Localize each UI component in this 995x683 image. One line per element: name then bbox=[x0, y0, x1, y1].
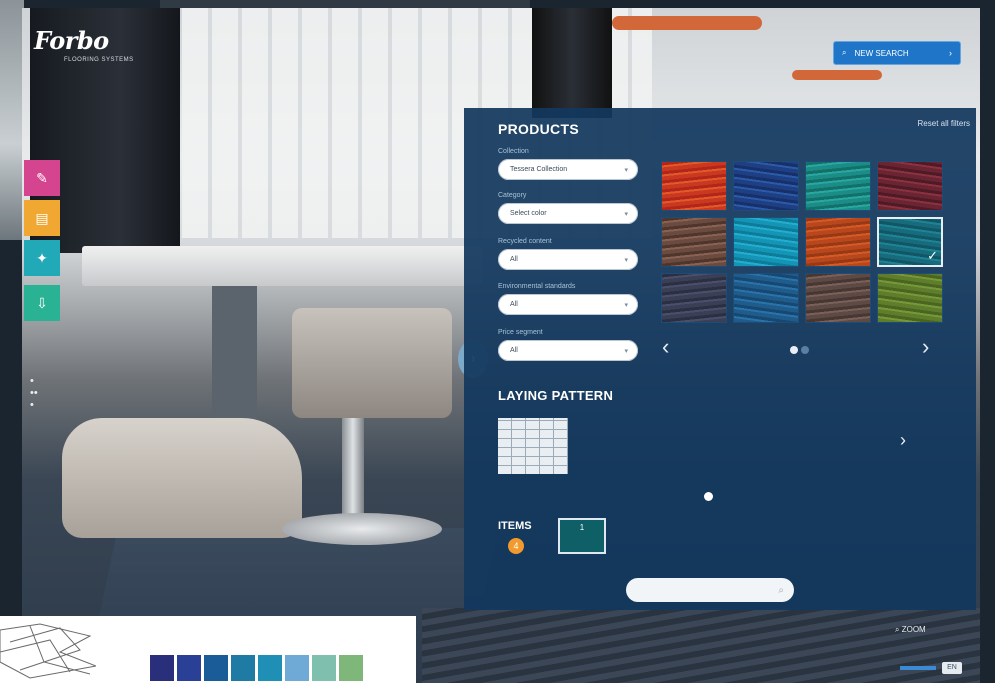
table-top bbox=[82, 246, 482, 286]
filter-label: Recycled content bbox=[498, 238, 552, 245]
share-icon[interactable]: • •• • bbox=[30, 375, 38, 411]
item-tile[interactable]: 1 bbox=[558, 518, 606, 554]
language-switch[interactable]: EN bbox=[942, 662, 962, 674]
pendant-lamp-small bbox=[792, 70, 882, 80]
product-swatch[interactable] bbox=[661, 161, 727, 211]
palette-swatch bbox=[177, 655, 201, 681]
filter-label: Category bbox=[498, 192, 527, 199]
palette-swatch bbox=[150, 655, 174, 681]
logo-tagline: FLOORING SYSTEMS bbox=[64, 57, 134, 63]
laying-pattern-title: LAYING PATTERN bbox=[498, 388, 614, 403]
reset-filters-link[interactable]: Reset all filters bbox=[918, 119, 970, 128]
product-swatch[interactable] bbox=[661, 273, 727, 323]
filter-price: Price segment All ▾ bbox=[498, 329, 638, 361]
filter-select[interactable]: All ▾ bbox=[498, 294, 638, 315]
palette-swatch bbox=[312, 655, 336, 681]
chair-back bbox=[292, 308, 452, 418]
curtain-right bbox=[532, 8, 612, 118]
filter-value: All bbox=[510, 256, 518, 263]
pattern-sketch bbox=[0, 623, 96, 679]
armchair bbox=[62, 418, 302, 538]
filter-label: Environmental standards bbox=[498, 283, 576, 290]
palette-swatch bbox=[258, 655, 282, 681]
footer-controls: EN bbox=[900, 662, 962, 674]
pattern-tool-button[interactable]: ✦ bbox=[24, 240, 60, 276]
product-swatch[interactable] bbox=[805, 161, 871, 211]
zoom-label: ZOOM bbox=[901, 625, 926, 634]
swatch-prev-button[interactable]: ‹ bbox=[662, 334, 669, 360]
chevron-down-icon: ▾ bbox=[624, 301, 628, 309]
filter-collection: Collection Tessera Collection ▾ bbox=[498, 148, 638, 180]
background-photo-left bbox=[0, 0, 24, 240]
color-palette bbox=[150, 655, 363, 681]
filter-environmental: Environmental standards All ▾ bbox=[498, 283, 638, 315]
product-swatch[interactable] bbox=[805, 217, 871, 267]
product-swatch[interactable] bbox=[805, 273, 871, 323]
products-panel: PRODUCTS Reset all filters Collection Te… bbox=[464, 108, 976, 610]
product-search-field[interactable]: ⌕ bbox=[626, 578, 794, 602]
zoom-control[interactable]: ⌕ ZOOM bbox=[895, 625, 926, 635]
filter-value: Select color bbox=[510, 210, 547, 217]
carousel-dots bbox=[790, 346, 809, 354]
filter-label: Price segment bbox=[498, 329, 543, 336]
layers-tool-button[interactable]: ▤ bbox=[24, 200, 60, 236]
product-swatch[interactable] bbox=[733, 217, 799, 267]
search-icon: ⌕ bbox=[778, 584, 784, 596]
palette-swatch bbox=[204, 655, 228, 681]
download-tool-button[interactable]: ⇩ bbox=[24, 285, 60, 321]
logo-mark: Forbo bbox=[34, 26, 109, 55]
laying-pattern-next-button[interactable]: › bbox=[900, 430, 906, 451]
download-icon: ⇩ bbox=[36, 294, 48, 311]
layers-icon: ▤ bbox=[35, 209, 49, 226]
filter-select[interactable]: All ▾ bbox=[498, 340, 638, 361]
viewer: Forbo FLOORING SYSTEMS ✎ ▤ ✦ ⇩ • •• • ⌕ NE… bbox=[0, 0, 995, 683]
filter-value: Tessera Collection bbox=[510, 166, 568, 173]
stool-base bbox=[282, 513, 442, 545]
product-swatch[interactable] bbox=[733, 273, 799, 323]
table-leg bbox=[212, 286, 257, 436]
filter-select[interactable]: Select color ▾ bbox=[498, 203, 638, 224]
stool-pedestal bbox=[342, 418, 364, 528]
palette-swatch bbox=[231, 655, 255, 681]
product-swatch[interactable] bbox=[877, 161, 943, 211]
laying-pattern-dot[interactable] bbox=[704, 492, 713, 501]
product-swatch[interactable] bbox=[877, 273, 943, 323]
laying-pattern-thumbnail[interactable] bbox=[498, 418, 568, 474]
pendant-lamp bbox=[612, 16, 762, 30]
product-swatch[interactable] bbox=[661, 217, 727, 267]
product-swatch[interactable]: ✓ bbox=[877, 217, 943, 267]
product-swatch-grid: ✓ bbox=[661, 161, 945, 323]
search-icon: ⌕ bbox=[842, 48, 847, 57]
chevron-down-icon: ▾ bbox=[624, 256, 628, 264]
carousel-dot[interactable] bbox=[801, 346, 809, 354]
swatch-next-button[interactable]: › bbox=[922, 334, 929, 360]
product-swatch[interactable] bbox=[733, 161, 799, 211]
carpet-floor-right bbox=[422, 608, 980, 683]
brush-icon: ✎ bbox=[36, 169, 48, 186]
items-count-badge: 4 bbox=[508, 538, 524, 554]
filter-select[interactable]: Tessera Collection ▾ bbox=[498, 159, 638, 180]
check-icon: ✓ bbox=[927, 248, 938, 263]
chevron-right-icon: › bbox=[949, 48, 952, 58]
filter-select[interactable]: All ▾ bbox=[498, 249, 638, 270]
items-label: ITEMS bbox=[498, 520, 532, 532]
filter-value: All bbox=[510, 301, 518, 308]
filter-recycled: Recycled content All ▾ bbox=[498, 238, 638, 270]
new-search-label: NEW SEARCH bbox=[854, 48, 909, 58]
grid-icon: ✦ bbox=[36, 249, 48, 266]
chevron-down-icon: ▾ bbox=[624, 166, 628, 174]
chevron-down-icon: ▾ bbox=[624, 347, 628, 355]
filter-label: Collection bbox=[498, 148, 529, 155]
filter-category: Category Select color ▾ bbox=[498, 192, 638, 224]
forbo-logo[interactable]: Forbo FLOORING SYSTEMS bbox=[34, 26, 134, 63]
brush-tool-button[interactable]: ✎ bbox=[24, 160, 60, 196]
palette-swatch bbox=[339, 655, 363, 681]
palette-swatch bbox=[285, 655, 309, 681]
carousel-dot[interactable] bbox=[790, 346, 798, 354]
new-search-button[interactable]: ⌕ NEW SEARCH › bbox=[833, 41, 961, 65]
filter-value: All bbox=[510, 347, 518, 354]
chevron-down-icon: ▾ bbox=[624, 210, 628, 218]
footer-bar bbox=[900, 666, 936, 670]
products-title: PRODUCTS bbox=[498, 121, 579, 137]
